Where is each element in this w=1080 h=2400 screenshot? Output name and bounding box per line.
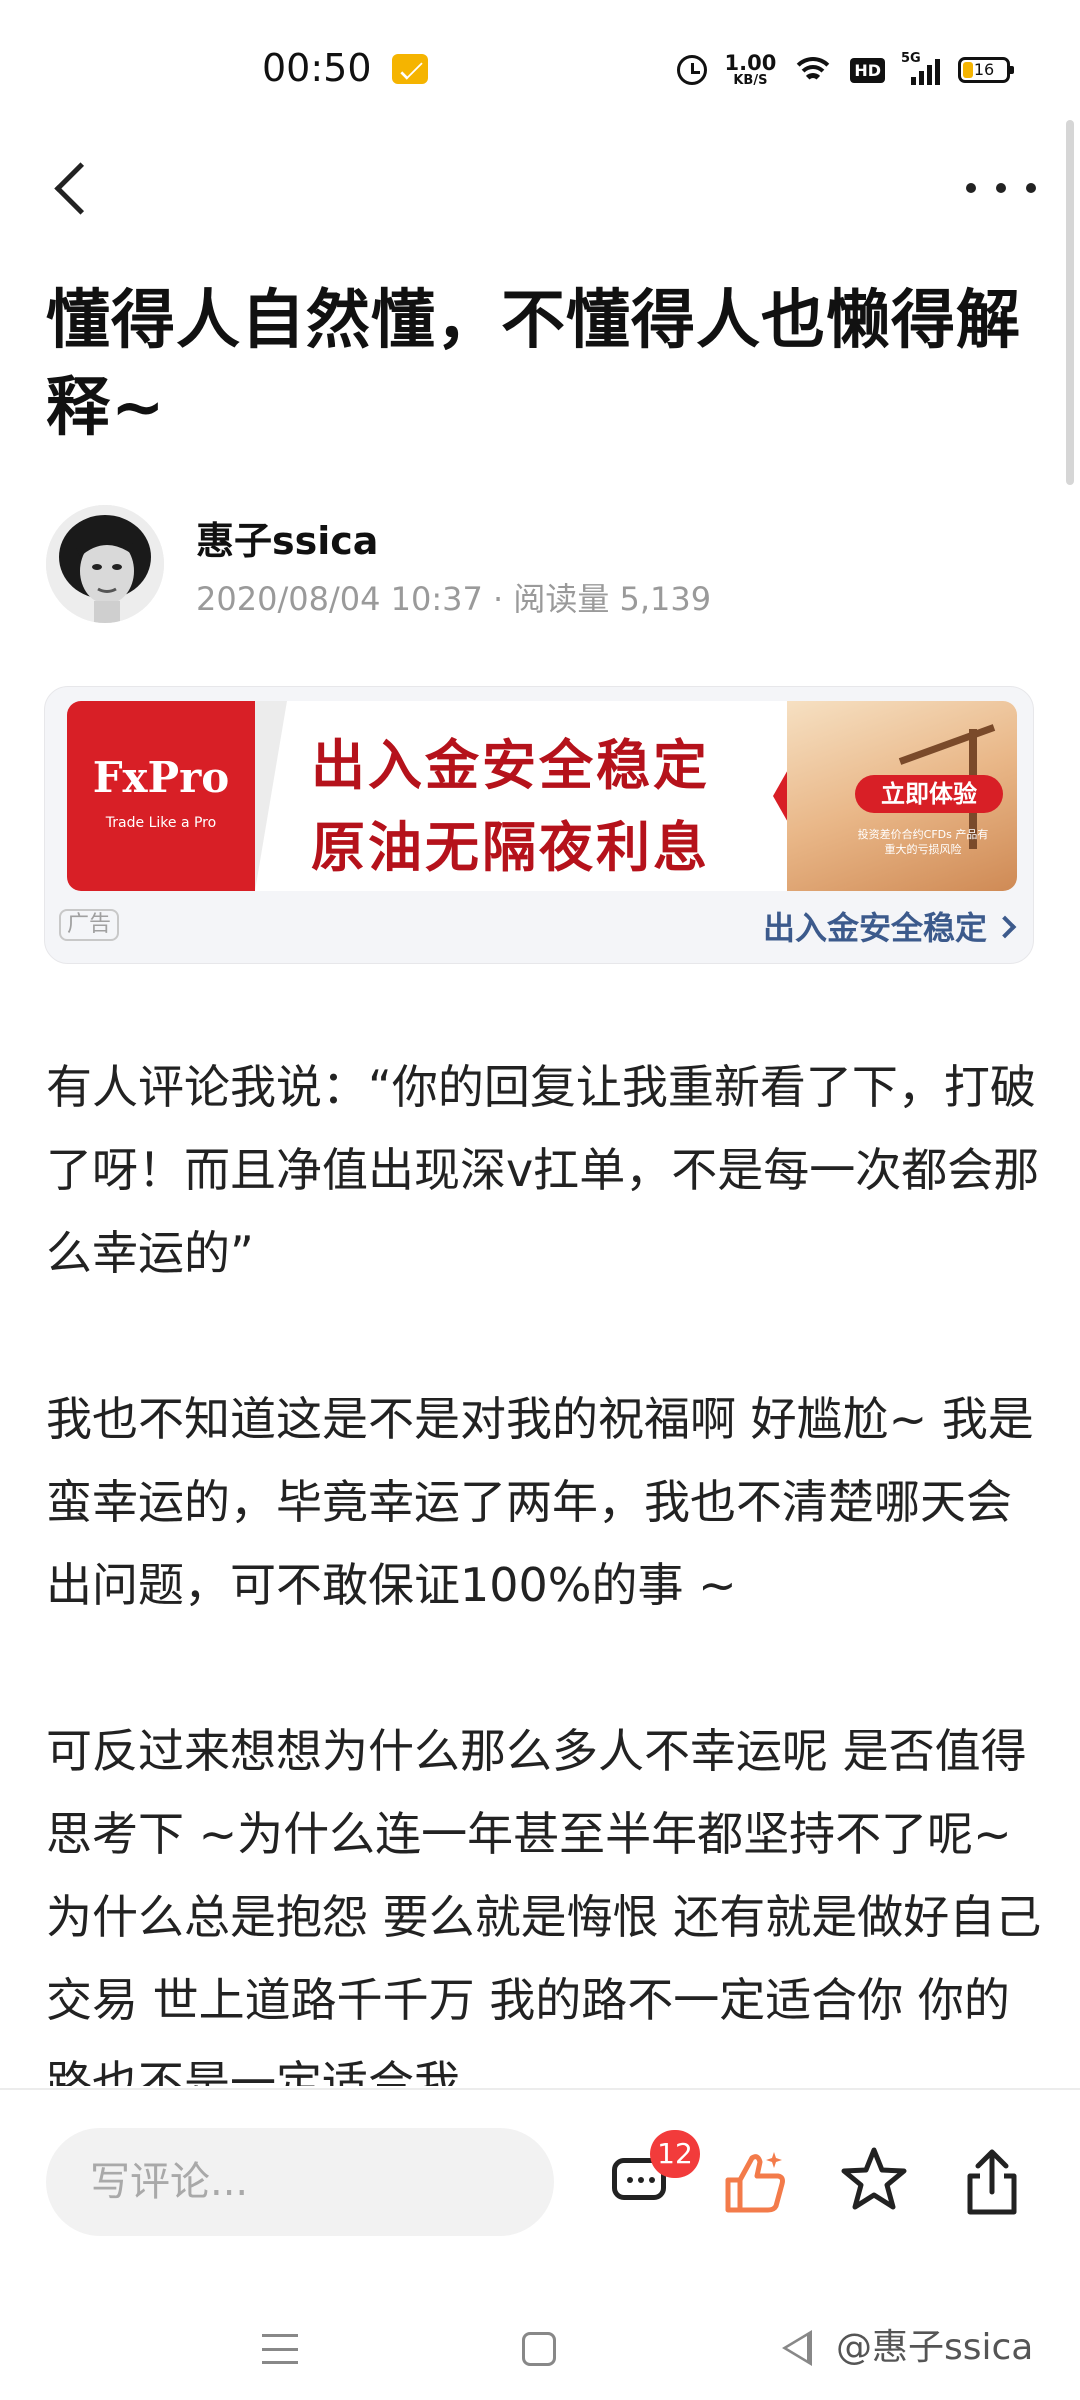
network-speed-unit: KB/S	[733, 73, 768, 88]
ad-headline-1: 出入金安全稳定	[311, 734, 710, 797]
alarm-icon	[676, 55, 707, 85]
status-bar: 00:50 1.00 KB/S HD 5G 16	[0, 0, 1080, 140]
ad-label: 广告	[59, 909, 120, 941]
fxpro-brand: FxPro	[92, 753, 230, 802]
status-time: 00:50	[262, 46, 372, 90]
status-icons: 1.00 KB/S HD 5G 16	[676, 50, 1014, 90]
like-icon[interactable]	[720, 2146, 792, 2218]
ad-headline-2: 原油无隔夜利息	[311, 816, 710, 879]
mail-notification-icon	[392, 54, 428, 84]
article-body: 有人评论我说：“你的回复让我重新看了下，打破了呀！而且净值出现深v扛单，不是每一…	[46, 1046, 1046, 2086]
watermark: @惠子ssica	[836, 2327, 1034, 2368]
network-speed-value: 1.00	[724, 51, 777, 75]
network-speed: 1.00 KB/S	[724, 51, 777, 88]
signal-icon: 5G	[901, 51, 940, 85]
article-title: 懂得人自然懂，不懂得人也懒得解释~	[46, 284, 1021, 445]
share-icon[interactable]	[960, 2144, 1024, 2220]
paragraph-2: 我也不知道这是不是对我的祝福啊 好尴尬~ 我是蛮幸运的，毕竟幸运了两年，我也不清…	[46, 1392, 1034, 1612]
post-meta: 2020/08/04 10:37 · 阅读量 5,139	[196, 580, 712, 618]
hd-icon: HD	[850, 57, 885, 83]
fxpro-tagline: Trade Like a Pro	[105, 815, 217, 831]
menu-icon[interactable]	[262, 2334, 298, 2364]
fxpro-logo: FxPro Trade Like a Pro	[67, 701, 255, 891]
nav-back-icon[interactable]	[782, 2330, 812, 2366]
ad-link[interactable]: 出入金安全稳定	[763, 903, 1013, 949]
star-icon[interactable]	[836, 2142, 912, 2218]
more-icon[interactable]	[966, 168, 1036, 208]
paragraph-1: 有人评论我说：“你的回复让我重新看了下，打破了呀！而且净值出现深v扛单，不是每一…	[46, 1060, 1040, 1280]
comment-count-badge: 12	[650, 2130, 700, 2178]
battery-icon: 16	[958, 57, 1014, 83]
author-name[interactable]: 惠子ssica	[196, 510, 378, 565]
signal-label: 5G	[901, 51, 921, 66]
ad-cta-button[interactable]: 立即体验	[855, 775, 1003, 813]
bottom-action-bar: 写评论... 12	[0, 2088, 1080, 2290]
ad-fine-print: 投资差价合约CFDs 产品有重大的亏损风险	[857, 828, 989, 856]
ad-banner[interactable]: FxPro Trade Like a Pro 出入金安全稳定 原油无隔夜利息 立…	[67, 701, 1017, 891]
ad-card[interactable]: FxPro Trade Like a Pro 出入金安全稳定 原油无隔夜利息 立…	[44, 686, 1034, 964]
paragraph-3: 可反过来想想为什么那么多人不幸运呢 是否值得思考下 ~为什么连一年甚至半年都坚持…	[46, 1724, 1042, 2086]
scrollbar[interactable]	[1066, 120, 1074, 485]
ad-stripe	[255, 701, 287, 891]
battery-level: 16	[973, 60, 995, 79]
system-nav-bar: @惠子ssica	[0, 2288, 1080, 2400]
wifi-icon	[794, 55, 833, 85]
avatar[interactable]	[46, 505, 164, 623]
comment-input[interactable]: 写评论...	[46, 2128, 554, 2236]
back-icon[interactable]	[44, 152, 104, 228]
home-icon[interactable]	[522, 2332, 556, 2366]
